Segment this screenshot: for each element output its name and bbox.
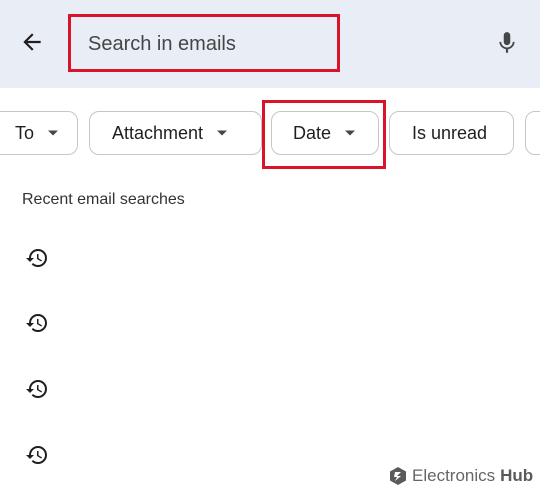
watermark-name: Electronics <box>412 466 496 485</box>
microphone-icon <box>499 32 515 53</box>
recent-searches-heading: Recent email searches <box>22 191 185 208</box>
search-input[interactable] <box>88 30 328 58</box>
watermark-suffix: Hub <box>500 466 534 485</box>
history-icon <box>26 249 47 267</box>
filter-chip-to[interactable]: To <box>0 111 78 155</box>
watermark: Electronics Hub <box>390 466 533 486</box>
history-icon <box>26 314 47 332</box>
filter-chip-more[interactable] <box>525 111 540 155</box>
recent-search-item[interactable] <box>0 295 540 351</box>
voice-search-button[interactable] <box>492 26 522 60</box>
history-icon <box>26 380 47 398</box>
filter-chip-is-unread[interactable]: Is unread <box>389 111 514 155</box>
back-button[interactable] <box>14 26 50 58</box>
filter-chip-date[interactable]: Date <box>271 111 379 155</box>
chip-label: To <box>15 122 35 143</box>
chip-label: Is unread <box>412 122 488 143</box>
recent-search-item[interactable] <box>0 361 540 417</box>
search-app-bar <box>0 0 540 88</box>
recent-search-item[interactable] <box>0 230 540 286</box>
filter-chip-bar: To Attachment Date Is unread <box>0 100 540 170</box>
dropdown-caret-icon <box>217 130 228 136</box>
electronics-hub-logo-icon <box>390 467 406 485</box>
chip-label: Attachment <box>112 122 204 143</box>
history-icon <box>26 446 47 464</box>
dropdown-caret-icon <box>48 130 59 136</box>
dropdown-caret-icon <box>345 130 356 136</box>
chip-label: Date <box>293 122 332 143</box>
filter-chip-attachment[interactable]: Attachment <box>89 111 262 155</box>
arrow-back-icon <box>23 33 41 51</box>
search-field-highlight <box>68 14 340 72</box>
